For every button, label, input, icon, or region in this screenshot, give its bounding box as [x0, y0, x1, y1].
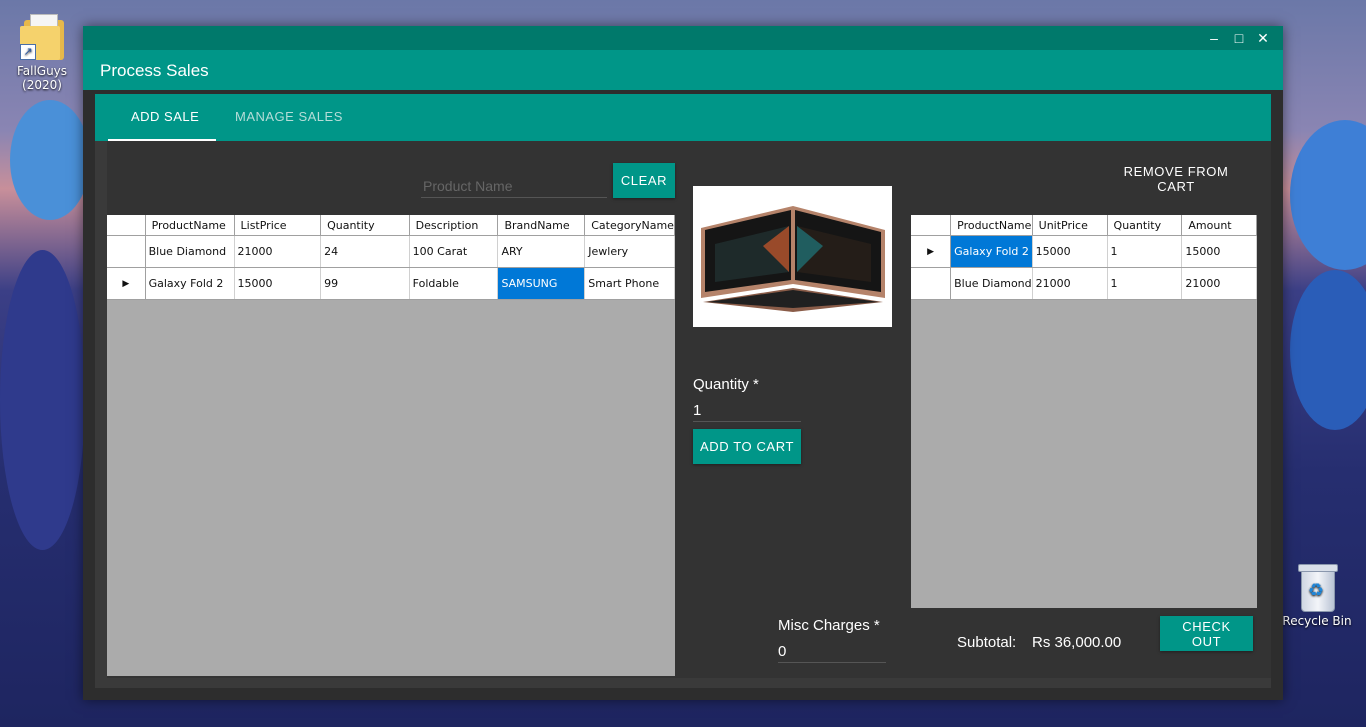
cell-brand-name[interactable]: ARY [497, 235, 586, 268]
cell-description[interactable]: Foldable [409, 267, 499, 300]
table-row[interactable]: Blue Diamond 21000 24 100 Carat ARY Jewl… [107, 235, 675, 268]
tab-control: ADD SALE MANAGE SALES CLEAR ProductName … [95, 94, 1271, 688]
close-button[interactable]: ✕ [1252, 28, 1274, 48]
column-header[interactable]: ListPrice [234, 215, 322, 236]
folder-icon: ↗ [20, 12, 64, 60]
cell-amount[interactable]: 21000 [1181, 267, 1257, 300]
add-sale-panel: CLEAR ProductName ListPrice Quantity Des… [107, 141, 1271, 678]
grid-header-row: ProductName UnitPrice Quantity Amount [911, 215, 1257, 236]
add-to-cart-button[interactable]: ADD TO CART [693, 429, 801, 464]
column-header[interactable]: ProductName [145, 215, 235, 236]
current-row-indicator-icon[interactable]: ▶ [911, 235, 952, 268]
cart-grid[interactable]: ProductName UnitPrice Quantity Amount ▶ … [911, 215, 1257, 608]
cell-amount[interactable]: 15000 [1181, 235, 1257, 268]
row-header-corner [107, 215, 146, 236]
cell-brand-name[interactable]: SAMSUNG [497, 267, 586, 300]
cell-unit-price[interactable]: 21000 [1032, 267, 1108, 300]
row-header-corner [911, 215, 952, 236]
wallpaper-shape [0, 250, 85, 550]
column-header[interactable]: Quantity [1107, 215, 1183, 236]
check-out-button[interactable]: CHECK OUT [1160, 616, 1253, 651]
grid-header-row: ProductName ListPrice Quantity Descripti… [107, 215, 675, 236]
table-row[interactable]: Blue Diamond 21000 1 21000 [911, 267, 1257, 300]
cell-unit-price[interactable]: 15000 [1032, 235, 1108, 268]
cell-quantity[interactable]: 24 [320, 235, 410, 268]
minimize-button[interactable]: – [1203, 28, 1225, 48]
cell-description[interactable]: 100 Carat [409, 235, 499, 268]
cell-list-price[interactable]: 15000 [234, 267, 322, 300]
cell-product-name[interactable]: Blue Diamond [145, 235, 235, 268]
cell-product-name[interactable]: Blue Diamond [950, 267, 1033, 300]
cell-list-price[interactable]: 21000 [234, 235, 322, 268]
column-header[interactable]: UnitPrice [1032, 215, 1108, 236]
shortcut-arrow-icon: ↗ [20, 44, 36, 60]
column-header[interactable]: BrandName [497, 215, 586, 236]
product-image [693, 186, 892, 327]
cell-quantity[interactable]: 1 [1107, 235, 1183, 268]
window-title: Process Sales [100, 61, 209, 80]
tab-manage-sales[interactable]: MANAGE SALES [235, 94, 343, 141]
column-header[interactable]: Quantity [320, 215, 410, 236]
cell-category-name[interactable]: Smart Phone [584, 267, 675, 300]
wallpaper-shape [10, 100, 90, 220]
column-header[interactable]: ProductName [950, 215, 1033, 236]
cell-product-name[interactable]: Galaxy Fold 2 [950, 235, 1033, 268]
clear-button[interactable]: CLEAR [613, 163, 675, 198]
table-row[interactable]: ▶ Galaxy Fold 2 15000 99 Foldable SAMSUN… [107, 267, 675, 300]
row-header[interactable] [107, 235, 146, 268]
table-row[interactable]: ▶ Galaxy Fold 2 15000 1 15000 [911, 235, 1257, 268]
cell-category-name[interactable]: Jewlery [584, 235, 675, 268]
maximize-button[interactable]: □ [1228, 28, 1250, 48]
window-header: Process Sales [83, 50, 1283, 90]
column-header[interactable]: CategoryName [584, 215, 675, 236]
column-header[interactable]: Description [409, 215, 499, 236]
quantity-input[interactable] [693, 399, 801, 422]
quantity-label: Quantity * [693, 376, 759, 393]
cell-quantity[interactable]: 1 [1107, 267, 1183, 300]
product-search-input[interactable] [421, 175, 607, 198]
title-bar[interactable]: – □ ✕ [83, 26, 1283, 50]
subtotal-label: Subtotal: [957, 634, 1017, 651]
row-header[interactable] [911, 267, 952, 300]
misc-charges-label: Misc Charges * [778, 617, 880, 634]
current-row-indicator-icon[interactable]: ▶ [107, 267, 146, 300]
tab-bar: ADD SALE MANAGE SALES [95, 94, 1271, 141]
desktop-icon-label: Recycle Bin [1282, 614, 1352, 628]
column-header[interactable]: Amount [1181, 215, 1257, 236]
products-grid[interactable]: ProductName ListPrice Quantity Descripti… [107, 215, 675, 676]
tab-add-sale[interactable]: ADD SALE [108, 94, 216, 141]
cell-quantity[interactable]: 99 [320, 267, 410, 300]
misc-charges-input[interactable] [778, 640, 886, 663]
recycle-bin-icon: ♻ [1297, 562, 1338, 612]
desktop-recycle-bin[interactable]: ♻ Recycle Bin [1275, 562, 1359, 628]
wallpaper-shape [1290, 270, 1366, 430]
subtotal-value: Rs 36,000.00 [1032, 634, 1122, 651]
foldable-phone-image [701, 206, 885, 312]
desktop-shortcut-fallguys[interactable]: ↗ FallGuys (2020) [0, 12, 84, 92]
process-sales-window: – □ ✕ Process Sales ADD SALE MANAGE SALE… [83, 26, 1283, 700]
remove-from-cart-button[interactable]: REMOVE FROM CART [1101, 163, 1251, 194]
desktop-icon-label: FallGuys (2020) [16, 64, 68, 92]
wallpaper-shape [1290, 120, 1366, 270]
cell-product-name[interactable]: Galaxy Fold 2 [145, 267, 235, 300]
